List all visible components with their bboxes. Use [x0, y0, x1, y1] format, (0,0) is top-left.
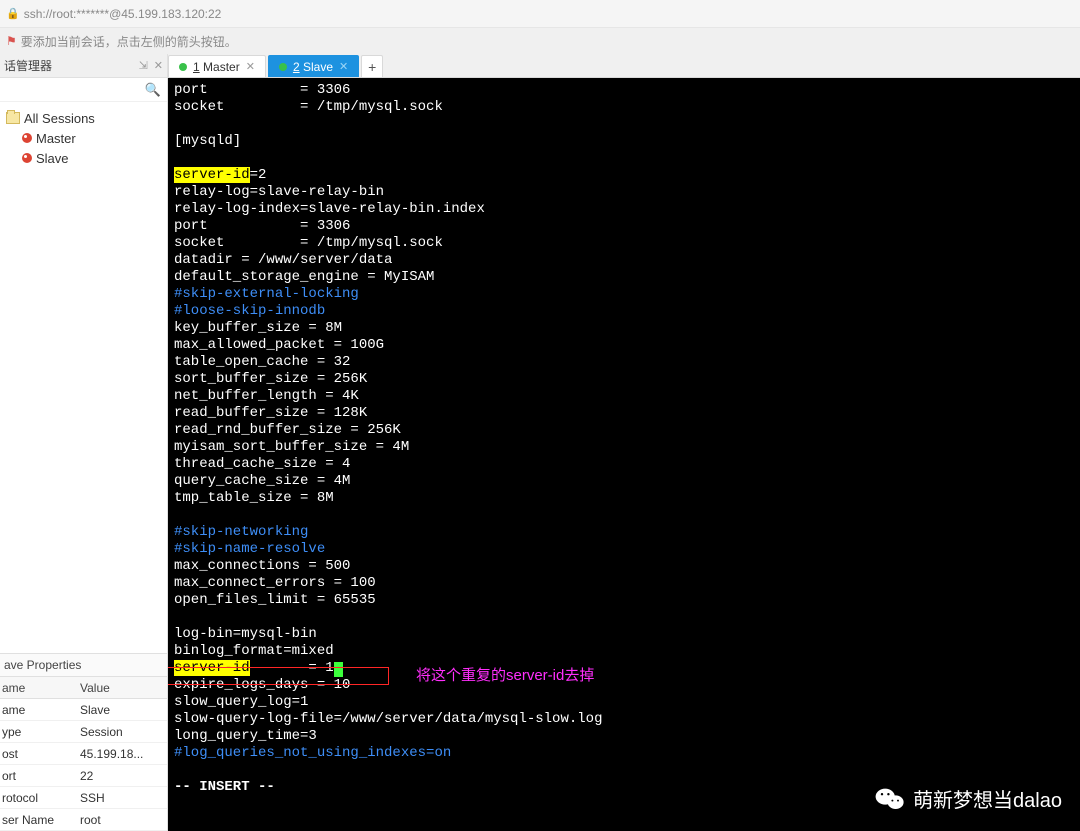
props-head-row: ame Value — [0, 677, 167, 699]
content-area: 1 Master ✕ 2 Slave ✕ + port = 3306 socke… — [168, 54, 1080, 831]
col-name: ame — [0, 681, 78, 695]
props-row: ameSlave — [0, 699, 167, 721]
props-row: ort22 — [0, 765, 167, 787]
props-row: ypeSession — [0, 721, 167, 743]
session-manager-header: 话管理器 ⇲ ✕ — [0, 54, 167, 78]
tab-close-icon[interactable]: ✕ — [339, 60, 348, 73]
tree-label: Slave — [36, 151, 69, 166]
properties-grid: ame Value ameSlave ypeSession ost45.199.… — [0, 677, 167, 831]
annotation-text: 将这个重复的server-id去掉 — [416, 667, 594, 684]
session-icon — [22, 133, 32, 143]
tree-label: All Sessions — [24, 111, 95, 126]
col-value: Value — [78, 681, 167, 695]
props-row: ost45.199.18... — [0, 743, 167, 765]
session-tree: All Sessions Master Slave — [0, 102, 167, 653]
hint-text: 要添加当前会话，点击左侧的箭头按钮。 — [21, 33, 237, 50]
session-manager-title: 话管理器 — [4, 57, 52, 74]
window-titlebar: 🔒 ssh://root:*******@45.199.183.120:22 — [0, 0, 1080, 28]
wechat-icon — [875, 787, 905, 811]
session-manager-panel: 话管理器 ⇲ ✕ 🔍 All Sessions Master Slave ave — [0, 54, 168, 831]
tab-master[interactable]: 1 Master ✕ — [168, 55, 266, 77]
window-title-text: ssh://root:*******@45.199.183.120:22 — [24, 7, 222, 21]
tree-item-master[interactable]: Master — [4, 128, 163, 148]
lock-icon: 🔒 — [6, 7, 20, 20]
hint-bar: ⚑ 要添加当前会话，点击左侧的箭头按钮。 — [0, 28, 1080, 54]
session-icon — [22, 153, 32, 163]
close-icon[interactable]: ✕ — [154, 59, 163, 72]
pin-icon[interactable]: ⇲ — [139, 59, 148, 72]
folder-icon — [6, 112, 20, 124]
status-dot-icon — [279, 63, 287, 71]
tab-close-icon[interactable]: ✕ — [246, 60, 255, 73]
tab-strip: 1 Master ✕ 2 Slave ✕ + — [168, 54, 1080, 78]
props-row: ser Nameroot — [0, 809, 167, 831]
tab-slave[interactable]: 2 Slave ✕ — [268, 55, 359, 77]
tree-item-slave[interactable]: Slave — [4, 148, 163, 168]
terminal-output[interactable]: port = 3306 socket = /tmp/mysql.sock [my… — [168, 78, 1080, 831]
highlight-server-id-dup: server-id — [174, 660, 250, 676]
watermark: 萌新梦想当dalao — [875, 784, 1062, 813]
tree-root-all-sessions[interactable]: All Sessions — [4, 108, 163, 128]
status-dot-icon — [179, 63, 187, 71]
flag-icon: ⚑ — [6, 34, 17, 48]
search-icon[interactable]: 🔍 — [145, 82, 161, 98]
tree-label: Master — [36, 131, 76, 146]
properties-header: ave Properties — [0, 653, 167, 677]
session-search-row: 🔍 — [0, 78, 167, 102]
vim-mode-indicator: -- INSERT -- — [174, 779, 275, 795]
tab-add-button[interactable]: + — [361, 55, 383, 77]
props-row: rotocolSSH — [0, 787, 167, 809]
watermark-text: 萌新梦想当dalao — [913, 784, 1062, 813]
terminal-cursor — [334, 662, 343, 677]
highlight-server-id: server-id — [174, 167, 250, 183]
